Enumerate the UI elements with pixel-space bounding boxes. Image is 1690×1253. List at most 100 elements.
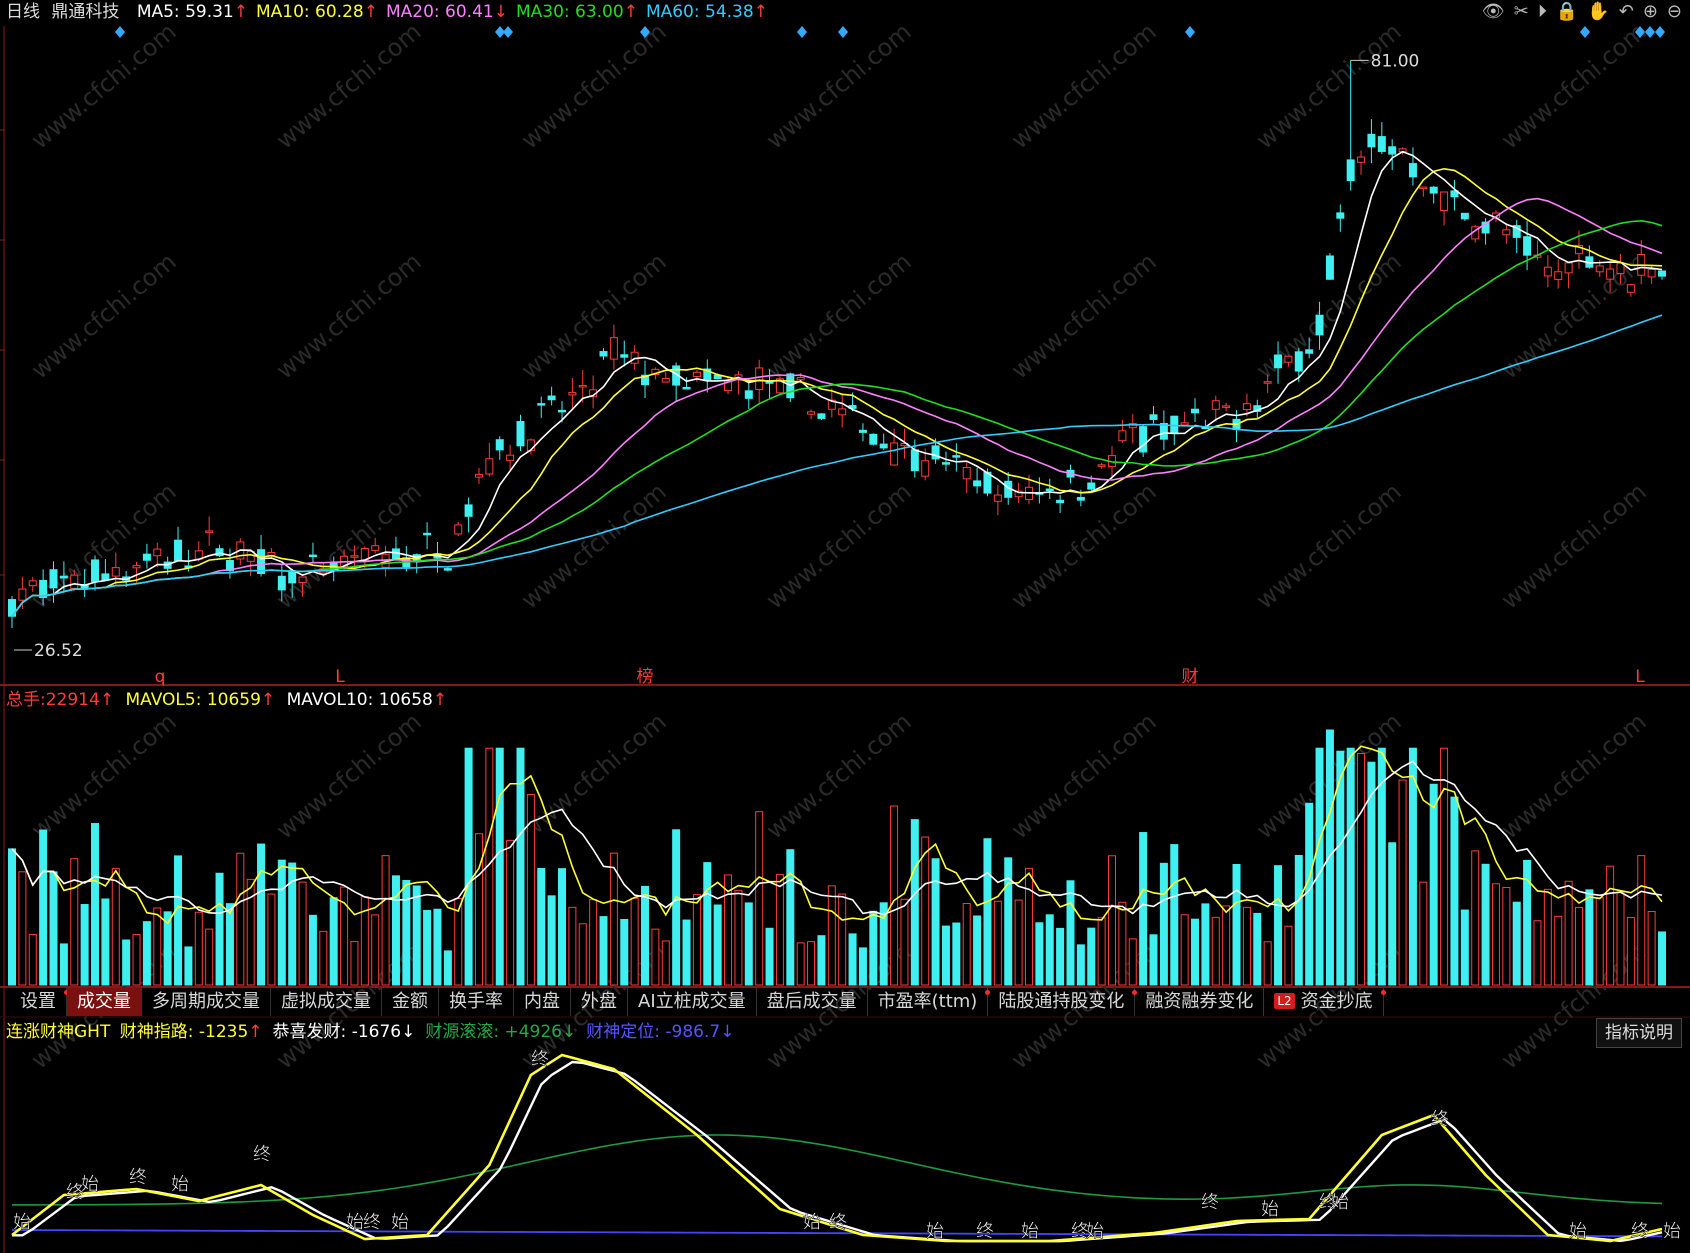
volume-bar <box>1242 906 1251 986</box>
indicator-name[interactable]: 连涨财神GHT <box>6 1022 110 1042</box>
candle-body <box>807 411 816 415</box>
candle-body <box>1315 314 1324 336</box>
candle-body <box>1429 186 1438 194</box>
candle-body <box>682 386 691 390</box>
candle-body <box>454 524 463 535</box>
watermark-text: www.cfchi.com <box>516 707 672 844</box>
volume-bar <box>1595 897 1604 986</box>
candle-body <box>537 403 546 406</box>
kline-chart[interactable]: www.cfchi.com www.cfchi.com www.cfchi.com w… <box>0 0 1690 1253</box>
indicator-explain-button[interactable]: 指标说明 <box>1596 1018 1682 1048</box>
volume-bar <box>1658 931 1666 986</box>
volume-bar <box>983 838 992 986</box>
candle-body <box>142 553 151 561</box>
watermark-text: www.cfchi.com <box>1496 17 1652 154</box>
signal-label: 终 <box>129 1167 147 1188</box>
volume-bar <box>952 922 961 986</box>
candle-body <box>547 395 556 401</box>
candle-body <box>1460 212 1469 220</box>
volume-bar <box>1626 916 1635 986</box>
tab-11[interactable]: 陆股通持股变化 <box>988 988 1138 1016</box>
event-marker: 榜 <box>637 667 654 687</box>
watermark-text: www.cfchi.com <box>1251 17 1407 154</box>
volume-bar <box>1585 889 1594 986</box>
candle-body <box>1149 414 1158 420</box>
tab-4[interactable]: 金额 <box>382 988 439 1016</box>
volume-bar <box>1118 901 1127 986</box>
volume-bar <box>900 898 909 986</box>
volume-bar <box>184 946 193 986</box>
volume-bar <box>391 875 400 986</box>
volume-bar <box>1128 938 1137 986</box>
indicator-arrow: ↓ <box>401 1022 416 1042</box>
indicator-value: -1235 <box>198 1022 249 1042</box>
volume-bar <box>1460 909 1469 986</box>
tab-label: 融资融券变化 <box>1145 991 1254 1012</box>
candle-body <box>993 494 1002 502</box>
candle-body <box>558 409 566 413</box>
candle-body <box>495 439 504 451</box>
candle-body <box>1097 464 1106 467</box>
signal-label: 始 <box>1086 1221 1104 1242</box>
tab-10[interactable]: 市盈率(ttm) <box>868 988 991 1016</box>
candle-body <box>464 504 473 517</box>
tab-8[interactable]: AI立桩成交量 <box>628 988 757 1016</box>
indicator-label: 恭喜发财: <box>272 1022 352 1042</box>
candle-body <box>1626 284 1635 293</box>
signal-label: 始 <box>171 1174 189 1195</box>
volume-bar <box>1512 901 1521 986</box>
candle-body <box>890 442 899 466</box>
tab-9[interactable]: 盘后成交量 <box>757 988 868 1016</box>
signal-label: 终 <box>1431 1109 1449 1130</box>
volume-bar <box>1222 905 1231 986</box>
event-marker: q <box>155 667 166 687</box>
tab-0[interactable]: 设置 <box>10 988 69 1016</box>
volume-bar <box>80 904 89 986</box>
volume-bar <box>194 911 203 986</box>
signal-label: 始 <box>926 1221 944 1242</box>
volume-bar <box>568 906 577 986</box>
indicator-legend: 连涨财神GHT 财神指路: -1235↑ 恭喜发财: -1676↓ 财源滚滚: +4… <box>6 1020 744 1044</box>
signal-label: 终 <box>829 1212 847 1233</box>
volume-bar <box>59 943 68 986</box>
tab-1[interactable]: 成交量 <box>67 988 142 1016</box>
candle-body <box>910 449 919 472</box>
tab-2[interactable]: 多周期成交量 <box>142 988 271 1016</box>
tab-label: 成交量 <box>77 991 131 1012</box>
tab-13[interactable]: L2 资金抄底 <box>1264 988 1386 1016</box>
tab-7[interactable]: 外盘 <box>571 988 628 1016</box>
volume-bar <box>1284 925 1293 986</box>
volume-bar <box>101 898 110 986</box>
signal-diamond <box>1185 26 1195 38</box>
candle-body <box>1440 191 1449 212</box>
tab-6[interactable]: 内盘 <box>514 988 571 1016</box>
volume-bar <box>1170 844 1179 986</box>
volume-bar <box>1232 863 1241 986</box>
watermark-text: www.cfchi.com <box>271 17 427 154</box>
volume-bar <box>869 910 878 986</box>
tab-12[interactable]: 融资融券变化 <box>1135 988 1265 1016</box>
candle-body <box>838 408 847 416</box>
tab-3[interactable]: 虚拟成交量 <box>271 988 382 1016</box>
tab-label: 设置 <box>20 991 56 1012</box>
watermark-text: www.cfchi.com <box>761 477 917 614</box>
volume-bar <box>267 893 276 986</box>
tab-5[interactable]: 换手率 <box>439 988 514 1016</box>
volume-bar <box>910 819 919 986</box>
candle-body <box>1118 430 1127 442</box>
candle-body <box>1377 136 1386 152</box>
volume-bar <box>1315 747 1324 986</box>
volume-bar <box>111 867 120 986</box>
volume-bar <box>1419 881 1428 986</box>
volume-bar <box>1201 903 1210 986</box>
volume-bar <box>630 897 639 986</box>
watermark-text: www.cfchi.com <box>26 247 182 384</box>
volume-bar <box>1554 915 1563 986</box>
candle-body <box>277 575 286 591</box>
volume-bar <box>412 885 421 986</box>
volume-bar <box>1180 914 1189 986</box>
signal-label: 始 <box>1569 1221 1587 1242</box>
volume-bar <box>319 930 328 986</box>
volume-bar <box>28 934 37 986</box>
volume-bar <box>1471 850 1480 986</box>
